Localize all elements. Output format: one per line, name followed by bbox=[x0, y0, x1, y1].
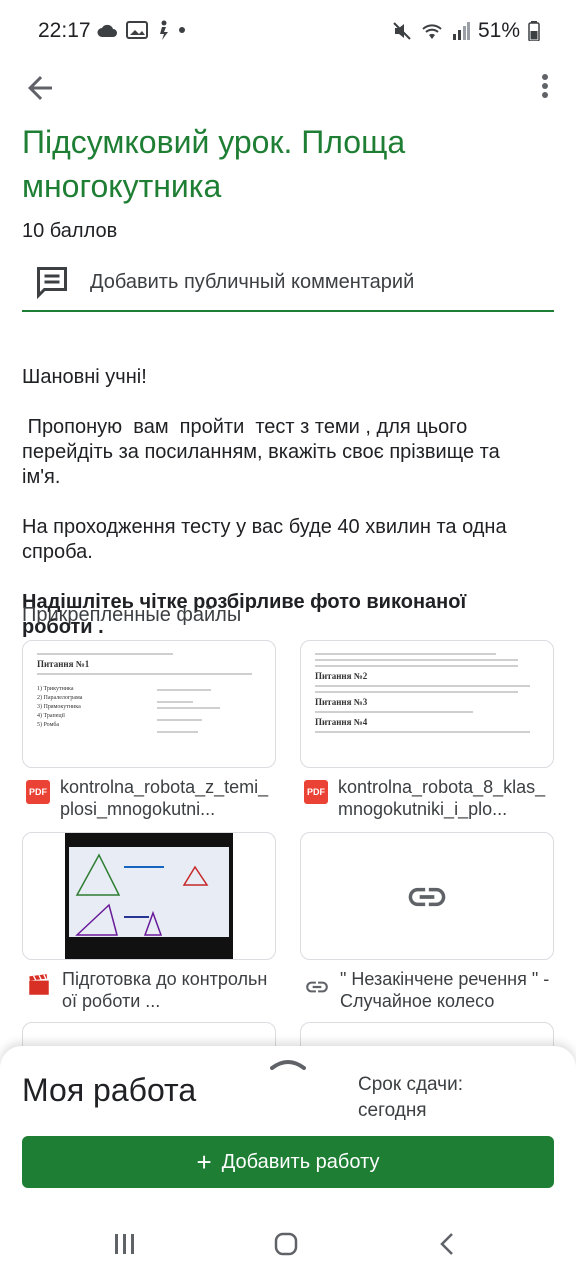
cloud-icon bbox=[97, 24, 117, 37]
my-work-title: Моя работа bbox=[22, 1072, 197, 1108]
dot-icon bbox=[179, 27, 185, 33]
pdf-thumbnail: Питання №1 1) Трикутника 2) Паралелограм… bbox=[23, 641, 275, 767]
video-clapper-icon bbox=[29, 974, 49, 995]
assignment-points: 10 баллов bbox=[22, 220, 118, 242]
more-options-button[interactable] bbox=[532, 70, 558, 104]
wifi-icon bbox=[422, 24, 442, 39]
battery-icon bbox=[528, 21, 540, 41]
pdf-icon: PDF bbox=[304, 780, 328, 804]
more-vert-icon bbox=[542, 74, 548, 98]
comment-icon bbox=[37, 267, 67, 300]
due-value: сегодня bbox=[358, 1100, 427, 1121]
attached-files-heading: Прикрепленные файлы bbox=[22, 604, 242, 626]
thumb-heading: Питання №3 bbox=[315, 697, 368, 707]
thumb-list-item: 2) Паралелограма bbox=[37, 695, 83, 701]
image-icon bbox=[126, 21, 148, 39]
add-comment-row[interactable]: Добавить публичный комментарий bbox=[22, 254, 554, 312]
file-card-pdf-1[interactable]: Питання №1 1) Трикутника 2) Паралелограм… bbox=[22, 640, 276, 768]
due-date: Срок сдачи: сегодня bbox=[358, 1072, 548, 1124]
recent-apps-icon[interactable] bbox=[114, 1232, 136, 1256]
file-name: kontrolna_robota_z_temi_plosi_mnogokutni… bbox=[60, 777, 269, 819]
nav-back-icon[interactable] bbox=[438, 1232, 456, 1256]
back-button[interactable] bbox=[22, 70, 58, 106]
file-label-pdf-2[interactable]: PDF kontrolna_robota_8_klas_mnogokutniki… bbox=[304, 776, 558, 820]
arrow-back-icon bbox=[28, 76, 52, 100]
file-label-pdf-1[interactable]: PDF kontrolna_robota_z_temi_plosi_mnogok… bbox=[26, 776, 280, 820]
status-bar: 22:17 51% bbox=[0, 0, 576, 64]
link-icon bbox=[408, 887, 446, 907]
file-label-video[interactable]: Підготовка до контрольної роботи ... bbox=[26, 968, 280, 1012]
description-line: Шановні учні! bbox=[22, 366, 147, 388]
thumb-list-item: 3) Прямокутника bbox=[37, 704, 81, 710]
chevron-up-icon bbox=[270, 1060, 306, 1070]
thumb-list-item: 4) Трапеції bbox=[37, 713, 65, 719]
home-icon[interactable] bbox=[274, 1232, 298, 1256]
thumb-heading: Питання №2 bbox=[315, 671, 368, 681]
system-nav-bar bbox=[0, 1210, 576, 1280]
mute-icon bbox=[393, 22, 411, 40]
comment-placeholder: Добавить публичный комментарий bbox=[90, 270, 415, 293]
pdf-icon: PDF bbox=[26, 780, 50, 804]
plus-icon: + bbox=[196, 1147, 212, 1177]
assignment-title: Підсумковий урок. Площа многокутника bbox=[22, 124, 406, 204]
file-label-link[interactable]: " Незакінчене речення " - Случайное коле… bbox=[304, 968, 558, 1012]
file-name: kontrolna_robota_8_klas_mnogokutniki_i_p… bbox=[338, 777, 546, 819]
link-small-icon bbox=[306, 981, 328, 993]
sheet-expand-handle[interactable] bbox=[270, 1054, 306, 1072]
thumb-list-item: 1) Трикутника bbox=[37, 686, 74, 692]
file-name: Підготовка до контрольної роботи ... bbox=[62, 969, 268, 1011]
description-line: Пропоную вам пройти тест з теми , для ць… bbox=[22, 416, 506, 488]
thumb-heading: Питання №1 bbox=[37, 659, 90, 669]
pdf-thumbnail: Питання №2 Питання №3 Питання №4 bbox=[301, 641, 553, 767]
file-card-video[interactable] bbox=[22, 832, 276, 960]
description-line: На проходження тесту у вас буде 40 хвили… bbox=[22, 516, 507, 563]
status-time: 22:17 bbox=[38, 19, 91, 42]
battery-percent: 51% bbox=[477, 19, 520, 42]
activity-icon bbox=[160, 20, 168, 40]
add-work-button[interactable]: + Добавить работу bbox=[22, 1136, 554, 1188]
add-work-label: Добавить работу bbox=[221, 1150, 380, 1173]
video-thumbnail bbox=[65, 833, 233, 959]
file-card-pdf-2[interactable]: Питання №2 Питання №3 Питання №4 bbox=[300, 640, 554, 768]
video-frame-image bbox=[75, 853, 209, 936]
file-name: " Незакінчене речення " - Случайное коле… bbox=[340, 969, 550, 1011]
signal-icon bbox=[452, 22, 470, 40]
thumb-heading: Питання №4 bbox=[315, 717, 368, 727]
file-card-link[interactable] bbox=[300, 832, 554, 960]
due-label: Срок сдачи: bbox=[358, 1074, 463, 1095]
thumb-list-item: 5) Ромба bbox=[37, 722, 60, 728]
